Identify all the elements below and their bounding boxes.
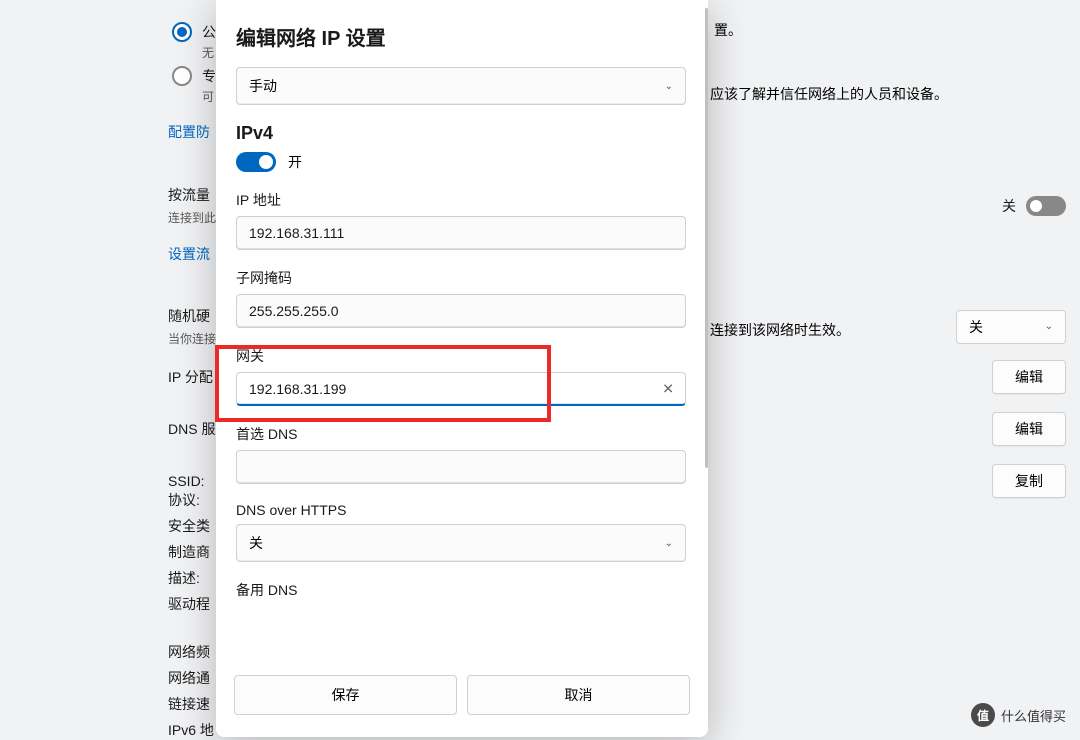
dns1-label: 首选 DNS [236, 424, 676, 444]
gateway-input[interactable] [236, 372, 686, 406]
dialog-title: 编辑网络 IP 设置 [236, 22, 676, 51]
chevron-down-icon: ⌄ [665, 81, 673, 92]
manufacturer-label: 制造商 [168, 542, 210, 562]
ip-assign-label: IP 分配 [168, 367, 213, 387]
description-label: 描述: [168, 568, 200, 588]
random-hw-select[interactable]: 关 ⌄ [956, 310, 1066, 344]
metered-toggle-label: 关 [1002, 196, 1016, 216]
ssid-copy-button[interactable]: 复制 [992, 464, 1066, 498]
ipv6-label: IPv6 地 [168, 720, 214, 740]
ip-address-input[interactable] [236, 216, 686, 250]
ipv4-toggle[interactable] [236, 152, 276, 172]
random-hw-hint: 连接到该网络时生效。 [710, 320, 850, 340]
ipv4-toggle-label: 开 [288, 152, 302, 172]
security-label: 安全类 [168, 516, 210, 536]
metered-sub: 连接到此 [168, 209, 216, 226]
driver-label: 驱动程 [168, 594, 210, 614]
radio-public-label: 公 [202, 22, 216, 42]
radio-public-sub: 无 [202, 44, 216, 61]
random-hw-label: 随机硬 [168, 306, 216, 326]
random-hw-select-value: 关 [969, 317, 983, 337]
chevron-down-icon: ⌄ [665, 538, 673, 549]
subnet-mask-label: 子网掩码 [236, 268, 676, 288]
gateway-label: 网关 [236, 346, 676, 366]
doh-select[interactable]: 关 ⌄ [236, 524, 686, 562]
subnet-mask-input[interactable] [236, 294, 686, 328]
metered-toggle[interactable] [1026, 196, 1066, 216]
network-profile-private-row: 专 可 [172, 66, 216, 105]
channel-label: 网络通 [168, 668, 210, 688]
clear-input-icon[interactable]: ✕ [658, 377, 678, 402]
dns1-input[interactable] [236, 450, 686, 484]
chevron-down-icon: ⌄ [1045, 321, 1053, 332]
dns2-label: 备用 DNS [236, 580, 676, 600]
ssid-label: SSID: [168, 473, 205, 489]
dns-assign-label: DNS 服 [168, 419, 215, 439]
radio-private-label: 专 [202, 66, 216, 86]
ip-mode-select[interactable]: 手动 ⌄ [236, 67, 686, 105]
cancel-button[interactable]: 取消 [467, 675, 690, 715]
ipv4-header: IPv4 [236, 123, 676, 144]
private-hint: 应该了解并信任网络上的人员和设备。 [710, 84, 948, 104]
ip-assign-edit-button[interactable]: 编辑 [992, 360, 1066, 394]
radio-private[interactable] [172, 66, 192, 86]
random-hw-sub: 当你连接 [168, 330, 216, 347]
set-data-limit-link[interactable]: 设置流 [168, 244, 210, 264]
doh-label: DNS over HTTPS [236, 502, 676, 518]
link-speed-label: 链接速 [168, 694, 210, 714]
dialog-footer: 保存 取消 [216, 657, 708, 737]
metered-label: 按流量 [168, 185, 216, 205]
watermark-badge: 值 [971, 703, 995, 727]
doh-select-value: 关 [249, 533, 263, 553]
radio-private-sub: 可 [202, 88, 216, 105]
watermark: 值 什么值得买 [971, 703, 1066, 727]
edit-ip-settings-dialog: 编辑网络 IP 设置 手动 ⌄ IPv4 开 IP 地址 子网掩码 网关 ✕ [216, 0, 708, 737]
save-button[interactable]: 保存 [234, 675, 457, 715]
private-hint-trail: 置。 [714, 20, 742, 40]
dialog-scrollbar[interactable] [705, 8, 708, 468]
protocol-label: 协议: [168, 490, 200, 510]
configure-firewall-link[interactable]: 配置防 [168, 122, 210, 142]
watermark-text: 什么值得买 [1001, 706, 1066, 725]
dns-assign-edit-button[interactable]: 编辑 [992, 412, 1066, 446]
network-profile-public-row: 公 无 [172, 22, 216, 61]
ip-mode-select-value: 手动 [249, 76, 277, 96]
band-label: 网络频 [168, 642, 210, 662]
ip-address-label: IP 地址 [236, 190, 676, 210]
radio-public[interactable] [172, 22, 192, 42]
